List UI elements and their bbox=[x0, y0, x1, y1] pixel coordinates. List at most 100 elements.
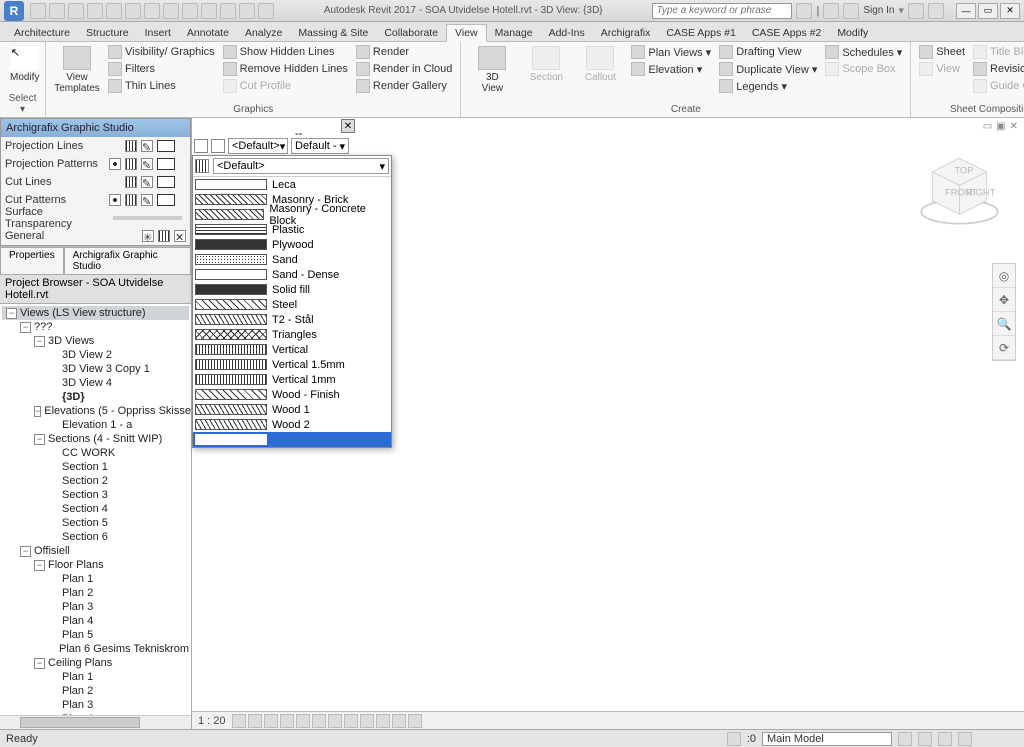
select-dropdown[interactable]: Select ▾ bbox=[6, 91, 39, 115]
tree-node[interactable]: Elevation 1 - a bbox=[2, 418, 189, 432]
thin-lines-button[interactable]: Thin Lines bbox=[106, 78, 217, 94]
pattern-option[interactable] bbox=[193, 432, 391, 447]
sun-path-icon[interactable] bbox=[264, 714, 278, 728]
tree-toggle-icon[interactable]: − bbox=[34, 434, 45, 445]
tab-collaborate[interactable]: Collaborate bbox=[376, 25, 446, 41]
qat-close-icon[interactable] bbox=[220, 3, 236, 19]
status-icon-2[interactable] bbox=[918, 732, 932, 746]
pattern-option[interactable]: Vertical 1mm bbox=[193, 372, 391, 387]
tree-node[interactable]: Plan 1 bbox=[2, 670, 189, 684]
viewcube[interactable]: FRONT RIGHT TOP bbox=[917, 148, 1002, 233]
panel-header[interactable]: Archigrafix Graphic Studio bbox=[1, 119, 190, 137]
tree-node[interactable]: {3D} bbox=[2, 390, 189, 404]
pattern-option[interactable]: Leca bbox=[193, 177, 391, 192]
visual-style-icon[interactable] bbox=[248, 714, 262, 728]
gear-icon[interactable]: ✳ bbox=[142, 230, 154, 242]
grid-icon[interactable] bbox=[158, 230, 170, 242]
tree-node[interactable]: Plan 3 bbox=[2, 698, 189, 712]
main-model-dropdown[interactable]: Main Model bbox=[762, 732, 892, 746]
default-combo-1[interactable]: <Default>▾ bbox=[228, 138, 288, 154]
app-logo[interactable]: R bbox=[4, 1, 24, 21]
tree-node[interactable]: −??? bbox=[2, 320, 189, 334]
tab-addins[interactable]: Add-Ins bbox=[541, 25, 593, 41]
minimize-button[interactable]: — bbox=[956, 3, 976, 19]
tree-node[interactable]: 3D View 2 bbox=[2, 348, 189, 362]
crop-region-icon[interactable] bbox=[328, 714, 342, 728]
tab-architecture[interactable]: Architecture bbox=[6, 25, 78, 41]
pattern-option[interactable]: Masonry - Concrete Block bbox=[193, 207, 391, 222]
tree-node[interactable]: Section 6 bbox=[2, 530, 189, 544]
view-close-icon[interactable]: ✕ bbox=[1010, 121, 1018, 132]
tree-node[interactable]: Section 4 bbox=[2, 502, 189, 516]
help-icon[interactable] bbox=[928, 3, 944, 19]
plan-views-button[interactable]: Plan Views ▾ bbox=[629, 44, 713, 60]
clear-icon[interactable]: ✕ bbox=[174, 230, 186, 242]
color-swatch[interactable] bbox=[157, 194, 175, 206]
status-icon-3[interactable] bbox=[938, 732, 952, 746]
tree-scrollbar-h[interactable] bbox=[0, 715, 191, 729]
color-swatch[interactable] bbox=[157, 176, 175, 188]
tab-massing[interactable]: Massing & Site bbox=[290, 25, 376, 41]
filters-button[interactable]: Filters bbox=[106, 61, 217, 77]
3d-view-button[interactable]: 3D View bbox=[467, 44, 517, 96]
modify-button[interactable]: ↖ Modify bbox=[6, 44, 43, 85]
tree-node[interactable]: −3D Views bbox=[2, 334, 189, 348]
revisions-button[interactable]: Revisions bbox=[971, 61, 1024, 77]
pattern-option[interactable]: Vertical bbox=[193, 342, 391, 357]
visibility-graphics-button[interactable]: Visibility/ Graphics bbox=[106, 44, 217, 60]
tree-toggle-icon[interactable]: − bbox=[34, 560, 45, 571]
signin-label[interactable]: Sign In bbox=[863, 5, 894, 16]
analytical-icon[interactable] bbox=[408, 714, 422, 728]
reveal-icon[interactable] bbox=[376, 714, 390, 728]
tree-toggle-icon[interactable]: − bbox=[6, 308, 17, 319]
tree-node[interactable]: Plan 6 Gesims Tekniskrom bbox=[2, 642, 189, 656]
render-button[interactable]: Render bbox=[354, 44, 455, 60]
tree-toggle-icon[interactable]: − bbox=[34, 406, 41, 417]
render-gallery-button[interactable]: Render Gallery bbox=[354, 78, 455, 94]
schedules-button[interactable]: Schedules ▾ bbox=[823, 44, 904, 60]
qat-text-icon[interactable] bbox=[144, 3, 160, 19]
pattern-option[interactable]: Sand - Dense bbox=[193, 267, 391, 282]
color-swatch[interactable] bbox=[157, 158, 175, 170]
show-hidden-button[interactable]: Show Hidden Lines bbox=[221, 44, 350, 60]
tab-insert[interactable]: Insert bbox=[137, 25, 179, 41]
pattern-option[interactable]: Vertical 1.5mm bbox=[193, 357, 391, 372]
viewport[interactable]: ✕ <Default>▾ -- Default --▾ <Default>▾ L… bbox=[192, 118, 1024, 729]
qat-open-icon[interactable] bbox=[30, 3, 46, 19]
tree-node[interactable]: Plan 4 bbox=[2, 614, 189, 628]
tree-node[interactable]: CC WORK bbox=[2, 446, 189, 460]
transparency-slider[interactable] bbox=[113, 216, 182, 220]
qat-sync-icon[interactable] bbox=[258, 3, 274, 19]
legends-button[interactable]: Legends ▾ bbox=[717, 78, 819, 94]
grid-icon[interactable] bbox=[195, 159, 209, 173]
tree-node[interactable]: Plan 2 bbox=[2, 586, 189, 600]
qat-switch-icon[interactable] bbox=[239, 3, 255, 19]
project-tree[interactable]: −Views (LS View structure)−???−3D Views3… bbox=[0, 304, 191, 715]
user-icon[interactable] bbox=[843, 3, 859, 19]
tree-node[interactable]: −Ceiling Plans bbox=[2, 656, 189, 670]
pattern-option[interactable]: Wood 1 bbox=[193, 402, 391, 417]
shadows-icon[interactable] bbox=[280, 714, 294, 728]
tab-view[interactable]: View bbox=[446, 24, 487, 42]
remove-hidden-button[interactable]: Remove Hidden Lines bbox=[221, 61, 350, 77]
qat-align-icon[interactable] bbox=[163, 3, 179, 19]
tree-toggle-icon[interactable]: − bbox=[34, 336, 45, 347]
tree-node[interactable]: Section 5 bbox=[2, 516, 189, 530]
tree-icon[interactable] bbox=[211, 139, 225, 153]
tree-node[interactable]: Plan 5 bbox=[2, 628, 189, 642]
view-min-icon[interactable]: ▭ bbox=[983, 121, 992, 132]
tree-node[interactable]: Plan 2 bbox=[2, 684, 189, 698]
pattern-option[interactable]: Wood - Finish bbox=[193, 387, 391, 402]
visibility-icon[interactable] bbox=[109, 194, 121, 206]
workset-icon[interactable] bbox=[727, 732, 741, 746]
qat-print-icon[interactable] bbox=[106, 3, 122, 19]
tree-node[interactable]: 3D View 4 bbox=[2, 376, 189, 390]
pattern-option[interactable]: Solid fill bbox=[193, 282, 391, 297]
zoom-icon[interactable]: 🔍 bbox=[993, 312, 1015, 336]
sort-icon[interactable] bbox=[194, 139, 208, 153]
grid-toggle-icon[interactable] bbox=[125, 176, 137, 188]
tree-node[interactable]: Plan 3 bbox=[2, 600, 189, 614]
tree-toggle-icon[interactable]: − bbox=[20, 322, 31, 333]
tab-properties[interactable]: Properties bbox=[0, 247, 64, 274]
tab-archigrafix[interactable]: Archigrafix bbox=[593, 25, 659, 41]
